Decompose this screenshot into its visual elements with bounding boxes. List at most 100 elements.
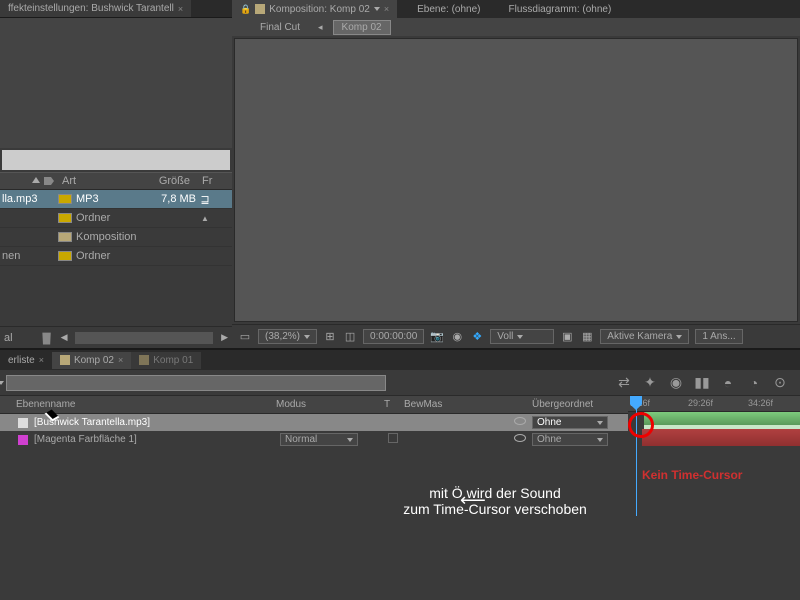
chevron-down-icon — [517, 335, 523, 339]
close-icon[interactable]: × — [178, 4, 183, 14]
col-parent[interactable]: Übergeordnet — [528, 396, 618, 413]
breadcrumb-item[interactable]: Final Cut — [252, 21, 308, 34]
solid-color-icon[interactable] — [18, 435, 28, 445]
sort-arrow-icon[interactable] — [32, 177, 40, 183]
project-row[interactable]: Komposition — [0, 228, 232, 247]
camera-dropdown[interactable]: Aktive Kamera — [600, 329, 689, 344]
camera-value: Aktive Kamera — [607, 331, 672, 342]
resolution-value: Voll — [497, 331, 513, 342]
close-icon[interactable]: × — [384, 4, 389, 14]
chevron-down-icon — [597, 438, 603, 442]
comp-swatch-icon — [255, 4, 265, 14]
parent-value: Ohne — [537, 434, 561, 445]
col-art[interactable]: Art — [58, 175, 133, 187]
mask-icon[interactable]: ◫ — [343, 330, 357, 344]
graph-icon[interactable]: ◔ — [746, 375, 762, 391]
comp-swatch-icon — [60, 355, 70, 365]
timecode-value: 0:00:00:00 — [370, 331, 417, 342]
motion-blur-icon[interactable]: ▮▮ — [694, 375, 710, 391]
item-name: nen — [0, 250, 58, 262]
hand-icon[interactable]: ▭ — [238, 330, 252, 344]
effects-area — [0, 18, 232, 148]
project-search-input[interactable] — [2, 150, 230, 170]
solid-track-bar[interactable] — [642, 429, 800, 446]
chevron-down-icon[interactable] — [374, 7, 380, 11]
parent-dropdown[interactable]: Ohne — [532, 416, 608, 429]
parent-dropdown[interactable]: Ohne — [532, 433, 608, 446]
channel-icon[interactable]: ◉ — [450, 330, 464, 344]
col-bewmas[interactable]: BewMas — [400, 396, 500, 413]
chevron-down-icon — [676, 335, 682, 339]
audio-track-bar[interactable] — [644, 412, 800, 429]
time-ruler[interactable]: 1:26f 29:26f 34:26f — [628, 396, 800, 412]
shy-icon[interactable]: ⇄ — [616, 375, 632, 391]
col-fr[interactable]: Fr — [198, 175, 232, 187]
track-matte-checkbox[interactable] — [388, 433, 398, 443]
ruler-tick: 34:26f — [748, 398, 773, 408]
transparency-icon[interactable]: ▦ — [580, 330, 594, 344]
zoom-value: (38,2%) — [265, 331, 300, 342]
item-type: Komposition — [76, 231, 136, 243]
eye-icon[interactable] — [514, 434, 526, 442]
project-row[interactable]: lla.mp3 MP3 7,8 MB ⊒ — [0, 190, 232, 209]
tag-icon[interactable] — [44, 177, 54, 185]
comp-tab[interactable]: 🔒 Komposition: Komp 02 × — [232, 0, 397, 18]
lock-icon[interactable]: 🔒 — [240, 4, 251, 15]
timeline-tracks[interactable]: 1:26f 29:26f 34:26f — [628, 396, 800, 516]
views-value: 1 Ans... — [702, 331, 735, 342]
timeline-tab-komp01[interactable]: Komp 01 — [131, 352, 201, 369]
ruler-tick: 29:26f — [688, 398, 713, 408]
item-type: Ordner — [76, 212, 136, 224]
chevron-down-icon[interactable] — [0, 381, 4, 385]
timeline-tab-komp02[interactable]: Komp 02× — [52, 352, 131, 369]
auto-key-icon[interactable]: ⊙ — [772, 375, 788, 391]
scrollbar[interactable] — [75, 332, 213, 344]
close-icon[interactable]: × — [39, 355, 44, 365]
mode-value: Normal — [285, 434, 317, 445]
audio-icon[interactable] — [18, 418, 28, 428]
timeline-search-input[interactable] — [6, 375, 386, 391]
frame-blend-icon[interactable]: ◉ — [668, 375, 684, 391]
label-swatch[interactable] — [58, 251, 72, 261]
flow-tab[interactable]: Flussdiagramm: (ohne) — [501, 0, 620, 18]
close-icon[interactable]: × — [118, 355, 123, 365]
renderlist-label: erliste — [8, 355, 35, 366]
col-layername[interactable]: Ebenenname — [0, 396, 272, 413]
snapshot-icon[interactable]: 📷 — [430, 330, 444, 344]
resolution-dropdown[interactable]: Voll — [490, 329, 554, 344]
zoom-dropdown[interactable]: (38,2%) — [258, 329, 317, 344]
effects-tab-label: ffekteinstellungen: Bushwick Tarantell — [8, 3, 174, 14]
layer-tab[interactable]: Ebene: (ohne) — [409, 0, 488, 18]
timecode-display[interactable]: 0:00:00:00 — [363, 329, 424, 344]
label-swatch[interactable] — [58, 232, 72, 242]
project-panel: Art Größe Fr lla.mp3 MP3 7,8 MB ⊒ Ordner… — [0, 18, 232, 348]
brain-icon[interactable]: ◓ — [720, 375, 736, 391]
rgb-icon[interactable]: ❖ — [470, 330, 484, 344]
breadcrumb-item-active[interactable]: Komp 02 — [333, 20, 391, 35]
eye-icon[interactable] — [514, 417, 526, 425]
flow-icon[interactable]: ⊒ — [196, 193, 214, 206]
annotation-hint: mit Ö wird der Sound zum Time-Cursor ver… — [370, 485, 620, 517]
renderlist-tab[interactable]: erliste × — [0, 352, 52, 369]
grid-icon[interactable]: ⊞ — [323, 330, 337, 344]
effects-tab[interactable]: ffekteinstellungen: Bushwick Tarantell × — [0, 0, 192, 17]
views-dropdown[interactable]: 1 Ans... — [695, 329, 742, 344]
project-row[interactable]: Ordner ▲ — [0, 209, 232, 228]
arrow-left-icon[interactable]: ◀ — [61, 332, 68, 343]
blend-mode-dropdown[interactable]: Normal — [280, 433, 358, 446]
chevron-up-icon[interactable]: ▲ — [196, 214, 214, 223]
composition-viewer[interactable] — [234, 38, 798, 322]
label-swatch[interactable] — [58, 213, 72, 223]
flow-tab-label: Flussdiagramm: (ohne) — [509, 4, 612, 15]
trash-icon[interactable] — [41, 331, 53, 345]
project-columns: Art Größe Fr — [0, 172, 232, 190]
col-t[interactable]: T — [380, 396, 400, 413]
col-mode[interactable]: Modus — [272, 396, 380, 413]
roi-icon[interactable]: ▣ — [560, 330, 574, 344]
arrow-right-icon[interactable]: ▶ — [221, 332, 228, 343]
breadcrumb: Final Cut ◂ Komp 02 — [232, 18, 800, 36]
col-size[interactable]: Größe — [133, 175, 198, 187]
project-row[interactable]: nen Ordner — [0, 247, 232, 266]
label-swatch[interactable] — [58, 194, 72, 204]
blur-icon[interactable]: ✦ — [642, 375, 658, 391]
